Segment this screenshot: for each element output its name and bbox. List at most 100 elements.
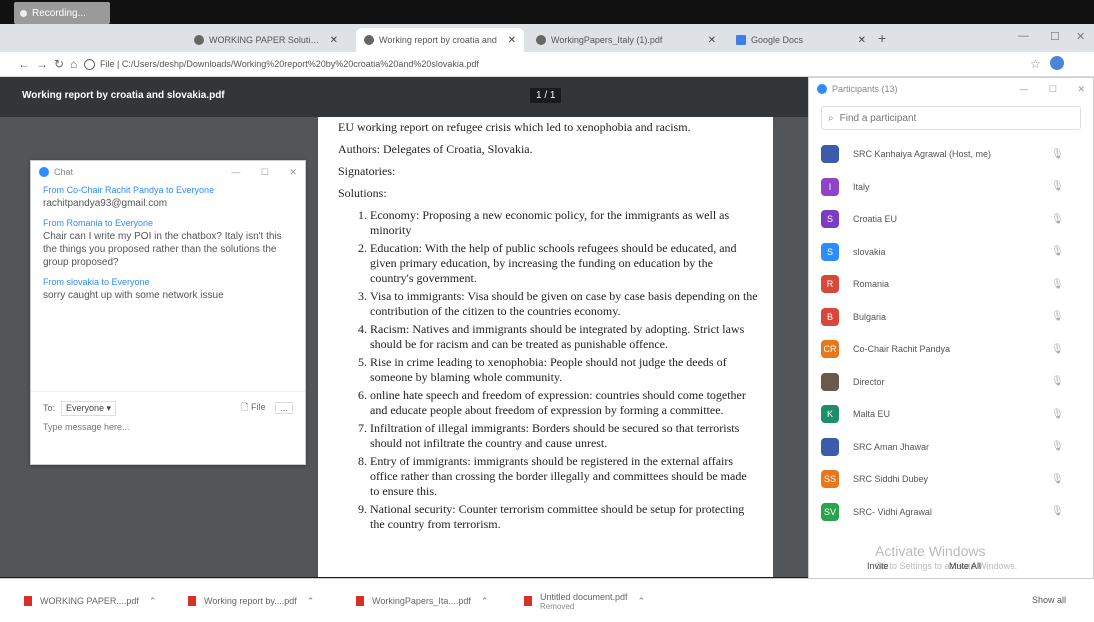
invite-button[interactable]: Invite — [867, 561, 889, 571]
microphone-muted-icon[interactable]: 🎙 — [1051, 474, 1094, 485]
window-close-icon[interactable]: ✕ — [1076, 30, 1085, 43]
participant-row[interactable]: S Croatia EU 🎙 — [809, 203, 1094, 236]
download-name: WorkingPapers_Ita....pdf — [372, 596, 471, 606]
participant-name: SRC Kanhaiya Agrawal (Host, me) — [853, 149, 992, 160]
download-item[interactable]: WorkingPapers_Ita....pdf ⌃ — [356, 589, 488, 613]
close-icon[interactable]: ✕ — [508, 35, 516, 46]
participant-avatar — [821, 372, 839, 391]
microphone-muted-icon[interactable]: 🎙 — [1051, 344, 1094, 355]
participant-row[interactable]: I Italy 🎙 — [809, 171, 1094, 204]
microphone-muted-icon[interactable]: 🎙 — [1051, 311, 1094, 322]
solution-item: Education: With the help of public schoo… — [370, 241, 758, 286]
participant-search-input[interactable] — [837, 111, 1042, 125]
tab-label: Google Docs — [751, 35, 804, 45]
url-text: File | C:/Users/deshp/Downloads/Working%… — [100, 59, 479, 69]
microphone-muted-icon[interactable]: 🎙 — [1051, 376, 1094, 387]
tab-working-paper[interactable]: WORKING PAPER Solutions for ✕ — [186, 28, 346, 52]
microphone-muted-icon[interactable]: 🎙 — [1051, 214, 1094, 225]
participant-avatar: R — [821, 275, 839, 294]
close-icon[interactable]: ✕ — [708, 35, 716, 46]
chevron-up-icon[interactable]: ⌃ — [638, 596, 646, 607]
download-text: Untitled document.pdf Removed — [540, 592, 628, 611]
participant-row[interactable]: SRC Kanhaiya Agrawal (Host, me) 🎙 — [809, 138, 1094, 171]
chevron-up-icon[interactable]: ⌃ — [307, 596, 315, 607]
solution-item: National security: Counter terrorism com… — [370, 502, 758, 532]
recipient-dropdown[interactable]: Everyone ▾ — [61, 400, 117, 416]
chevron-up-icon[interactable]: ⌃ — [481, 596, 489, 607]
recipient-row: To: Everyone ▾ 🗋 File ... — [31, 392, 305, 416]
participant-avatar: SS — [821, 470, 839, 489]
chat-message: From Co-Chair Rachit Pandya to Everyone … — [43, 185, 293, 210]
participant-row[interactable]: Director 🎙 — [809, 366, 1094, 399]
back-icon[interactable]: ← — [18, 57, 30, 71]
minimize-icon[interactable]: — — [1018, 30, 1029, 42]
tab-working-papers-italy[interactable]: WorkingPapers_Italy (1).pdf ✕ — [528, 28, 724, 52]
participant-list: SRC Kanhaiya Agrawal (Host, me) 🎙 I Italy 🎙 S… — [809, 138, 1094, 528]
show-all-button[interactable]: Show all — [1032, 595, 1066, 605]
microphone-muted-icon[interactable]: 🎙 — [1051, 409, 1094, 420]
participant-avatar: K — [821, 405, 839, 424]
globe-icon — [194, 35, 204, 45]
reload-icon[interactable]: ↻ — [54, 57, 64, 71]
forward-icon[interactable]: → — [36, 57, 48, 71]
tab-working-report[interactable]: Working report by croatia and ✕ — [356, 28, 524, 52]
participant-avatar: SV — [821, 502, 839, 521]
new-tab-button[interactable]: + — [878, 30, 886, 46]
participant-row[interactable]: SRC Aman Jhawar 🎙 — [809, 431, 1094, 464]
participant-avatar: S — [821, 242, 839, 261]
pdf-authors: Authors: Delegates of Croatia, Slovakia. — [338, 142, 533, 156]
participant-name: Romania — [853, 279, 890, 290]
participant-row[interactable]: CR Co-Chair Rachit Pandya 🎙 — [809, 333, 1094, 366]
microphone-muted-icon[interactable]: 🎙 — [1051, 506, 1094, 517]
home-icon[interactable]: ⌂ — [70, 57, 77, 71]
mute-all-button[interactable]: Mute All — [949, 561, 981, 571]
participant-row[interactable]: R Romania 🎙 — [809, 268, 1094, 301]
globe-icon — [364, 35, 374, 45]
chat-footer: To: Everyone ▾ 🗋 File ... — [31, 391, 305, 464]
participant-avatar — [821, 437, 839, 456]
participant-row[interactable]: K Malta EU 🎙 — [809, 398, 1094, 431]
recording-indicator[interactable]: Recording... — [14, 2, 110, 24]
download-item[interactable]: WORKING PAPER....pdf ⌃ — [24, 589, 156, 613]
solution-item: Economy: Proposing a new economic policy… — [370, 208, 758, 238]
info-icon[interactable] — [84, 58, 95, 70]
download-item[interactable]: Working report by....pdf ⌃ — [188, 589, 314, 613]
chat-messages: From Co-Chair Rachit Pandya to Everyone … — [31, 183, 305, 312]
profile-avatar[interactable] — [1050, 56, 1064, 70]
tab-label: WORKING PAPER Solutions for — [209, 35, 324, 45]
chat-window-controls[interactable]: — ☐ ✕ — [231, 167, 297, 178]
microphone-muted-icon[interactable]: 🎙 — [1051, 279, 1094, 290]
close-icon[interactable]: ✕ — [330, 35, 338, 46]
close-icon[interactable]: ✕ — [858, 35, 866, 46]
chat-message-input[interactable] — [31, 416, 295, 438]
file-icon: 🗋 — [241, 402, 249, 412]
microphone-muted-icon[interactable]: 🎙 — [1051, 246, 1094, 257]
download-item[interactable]: Untitled document.pdf Removed ⌃ — [524, 589, 645, 613]
search-icon: ⌕ — [828, 112, 834, 124]
maximize-icon[interactable]: ☐ — [1050, 30, 1060, 43]
participant-row[interactable]: SV SRC- Vidhi Agrawal 🎙 — [809, 496, 1094, 529]
chevron-up-icon[interactable]: ⌃ — [149, 596, 157, 607]
participants-window-controls[interactable]: — ☐ ✕ — [1019, 84, 1085, 95]
solution-item: online hate speech and freedom of expres… — [370, 388, 758, 418]
tab-google-docs[interactable]: Google Docs ✕ — [728, 28, 874, 52]
bookmark-star-icon[interactable]: ☆ — [1030, 57, 1041, 71]
participant-name: Croatia EU — [853, 214, 898, 225]
microphone-muted-icon[interactable]: 🎙 — [1051, 149, 1094, 160]
participant-avatar: B — [821, 307, 839, 326]
url-field[interactable]: File | C:/Users/deshp/Downloads/Working%… — [84, 56, 804, 72]
participant-row[interactable]: SS SRC Siddhi Dubey 🎙 — [809, 463, 1094, 496]
participant-search[interactable]: ⌕ — [821, 106, 1081, 130]
globe-icon — [536, 35, 546, 45]
participant-row[interactable]: B Bulgaria 🎙 — [809, 301, 1094, 334]
microphone-muted-icon[interactable]: 🎙 — [1051, 441, 1094, 452]
microphone-muted-icon[interactable]: 🎙 — [1051, 181, 1094, 192]
page-indicator[interactable]: 1 / 1 — [530, 88, 562, 103]
solution-item: Visa to immigrants: Visa should be given… — [370, 289, 758, 319]
participant-row[interactable]: Sslovakia 🎙 — [809, 236, 1094, 269]
more-button[interactable]: ... — [275, 402, 293, 414]
pdf-signatories: Signatories: — [338, 164, 396, 178]
zoom-logo-icon — [39, 167, 49, 177]
tab-label: Working report by croatia and — [379, 35, 497, 45]
file-button[interactable]: 🗋 File — [241, 400, 265, 416]
